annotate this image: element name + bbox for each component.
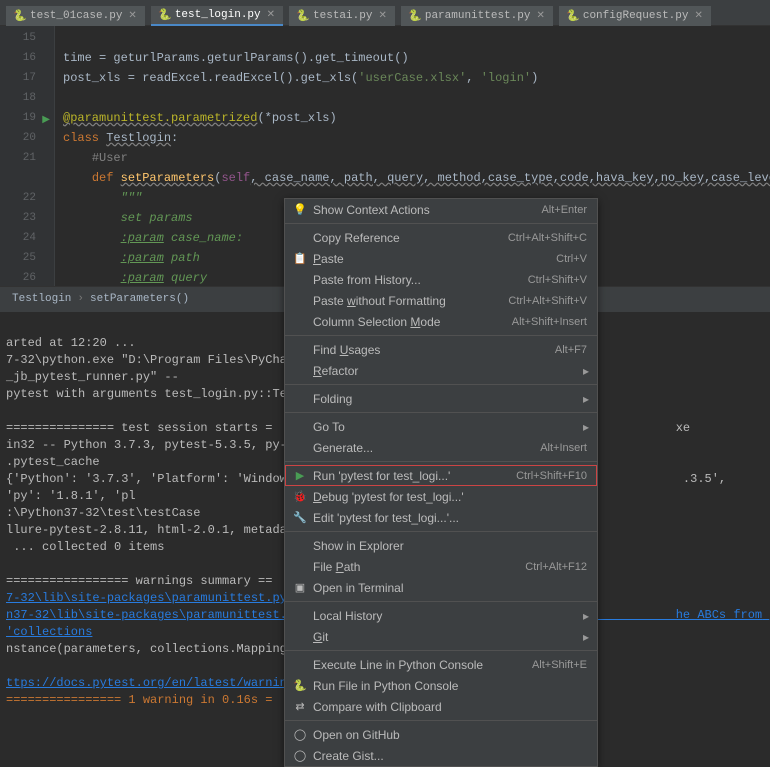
- line-number: 20: [0, 128, 36, 148]
- separator: [285, 650, 597, 651]
- menu-edit-pytest[interactable]: 🔧Edit 'pytest for test_logi...'...: [285, 507, 597, 528]
- line-number: 19▶: [0, 108, 36, 128]
- gutter: 15 16 17 18 19▶ 20 21 22 23 24 25 26: [0, 26, 55, 286]
- chevron-right-icon: ›: [77, 293, 84, 305]
- tab-label: testai.py: [313, 10, 372, 22]
- edit-icon: 🔧: [291, 511, 309, 524]
- separator: [285, 223, 597, 224]
- separator: [285, 384, 597, 385]
- github-icon: ◯: [291, 728, 309, 741]
- menu-show-context-actions[interactable]: 💡Show Context ActionsAlt+Enter: [285, 199, 597, 220]
- separator: [285, 461, 597, 462]
- line-number: 24: [0, 228, 36, 248]
- menu-show-explorer[interactable]: Show in Explorer: [285, 535, 597, 556]
- github-icon: ◯: [291, 749, 309, 762]
- line-number: 26: [0, 268, 36, 288]
- menu-execute-line[interactable]: Execute Line in Python ConsoleAlt+Shift+…: [285, 654, 597, 675]
- tab-paramunittest[interactable]: 🐍 paramunittest.py ✕: [401, 6, 553, 26]
- separator: [285, 412, 597, 413]
- separator: [285, 601, 597, 602]
- tab-testai[interactable]: 🐍 testai.py ✕: [289, 6, 395, 26]
- bulb-icon: 💡: [291, 203, 309, 216]
- run-marker-icon[interactable]: ▶: [42, 111, 50, 131]
- chevron-right-icon: ▸: [583, 364, 589, 378]
- menu-refactor[interactable]: Refactor▸: [285, 360, 597, 381]
- tab-test01case[interactable]: 🐍 test_01case.py ✕: [6, 6, 145, 26]
- debug-icon: 🐞: [291, 490, 309, 503]
- python-file-icon: 🐍: [159, 9, 171, 21]
- line-number: 18: [0, 88, 36, 108]
- tab-label: paramunittest.py: [425, 10, 531, 22]
- python-file-icon: 🐍: [409, 10, 421, 22]
- separator: [285, 335, 597, 336]
- context-menu: 💡Show Context ActionsAlt+Enter Copy Refe…: [284, 198, 598, 767]
- close-icon[interactable]: ✕: [128, 10, 136, 22]
- editor-tabs: 🐍 test_01case.py ✕ 🐍 test_login.py ✕ 🐍 testai…: [0, 0, 770, 26]
- close-icon[interactable]: ✕: [694, 10, 702, 22]
- menu-paste-no-format[interactable]: Paste without FormattingCtrl+Alt+Shift+V: [285, 290, 597, 311]
- tab-label: test_login.py: [175, 9, 261, 21]
- python-file-icon: 🐍: [297, 10, 309, 22]
- diff-icon: ⇄: [291, 700, 309, 713]
- menu-create-gist[interactable]: ◯Create Gist...: [285, 745, 597, 766]
- menu-local-history[interactable]: Local History▸: [285, 605, 597, 626]
- line-number: 22: [0, 188, 36, 208]
- menu-run-file-console[interactable]: 🐍Run File in Python Console: [285, 675, 597, 696]
- line-number: [0, 168, 36, 188]
- menu-paste[interactable]: 📋PasteCtrl+V: [285, 248, 597, 269]
- tab-label: configRequest.py: [583, 10, 689, 22]
- close-icon[interactable]: ✕: [536, 10, 544, 22]
- chevron-right-icon: ▸: [583, 630, 589, 644]
- separator: [285, 720, 597, 721]
- menu-paste-history[interactable]: Paste from History...Ctrl+Shift+V: [285, 269, 597, 290]
- breadcrumb-item[interactable]: Testlogin: [12, 293, 71, 305]
- line-number: 15: [0, 28, 36, 48]
- menu-open-terminal[interactable]: ▣Open in Terminal: [285, 577, 597, 598]
- line-number: 17: [0, 68, 36, 88]
- python-icon: 🐍: [291, 679, 309, 692]
- python-file-icon: 🐍: [14, 10, 26, 22]
- menu-find-usages[interactable]: Find UsagesAlt+F7: [285, 339, 597, 360]
- paste-icon: 📋: [291, 252, 309, 265]
- menu-open-github[interactable]: ◯Open on GitHub: [285, 724, 597, 745]
- tab-label: test_01case.py: [30, 10, 122, 22]
- menu-run-pytest[interactable]: ▶Run 'pytest for test_logi...'Ctrl+Shift…: [285, 465, 597, 486]
- python-file-icon: 🐍: [567, 10, 579, 22]
- close-icon[interactable]: ✕: [378, 10, 386, 22]
- line-number: 25: [0, 248, 36, 268]
- breadcrumb-item[interactable]: setParameters(): [90, 293, 189, 305]
- menu-compare-clipboard[interactable]: ⇄Compare with Clipboard: [285, 696, 597, 717]
- close-icon[interactable]: ✕: [267, 9, 275, 21]
- line-number: 16: [0, 48, 36, 68]
- line-number: 23: [0, 208, 36, 228]
- line-number: 21: [0, 148, 36, 168]
- menu-git[interactable]: Git▸: [285, 626, 597, 647]
- separator: [285, 531, 597, 532]
- menu-file-path[interactable]: File PathCtrl+Alt+F12: [285, 556, 597, 577]
- chevron-right-icon: ▸: [583, 609, 589, 623]
- menu-copy-reference[interactable]: Copy ReferenceCtrl+Alt+Shift+C: [285, 227, 597, 248]
- menu-folding[interactable]: Folding▸: [285, 388, 597, 409]
- tab-configrequest[interactable]: 🐍 configRequest.py ✕: [559, 6, 711, 26]
- menu-generate[interactable]: Generate...Alt+Insert: [285, 437, 597, 458]
- menu-debug-pytest[interactable]: 🐞Debug 'pytest for test_logi...': [285, 486, 597, 507]
- menu-column-selection[interactable]: Column Selection ModeAlt+Shift+Insert: [285, 311, 597, 332]
- tab-testlogin[interactable]: 🐍 test_login.py ✕: [151, 6, 283, 26]
- chevron-right-icon: ▸: [583, 420, 589, 434]
- menu-goto[interactable]: Go To▸: [285, 416, 597, 437]
- chevron-right-icon: ▸: [583, 392, 589, 406]
- terminal-icon: ▣: [291, 581, 309, 594]
- run-icon: ▶: [291, 469, 309, 482]
